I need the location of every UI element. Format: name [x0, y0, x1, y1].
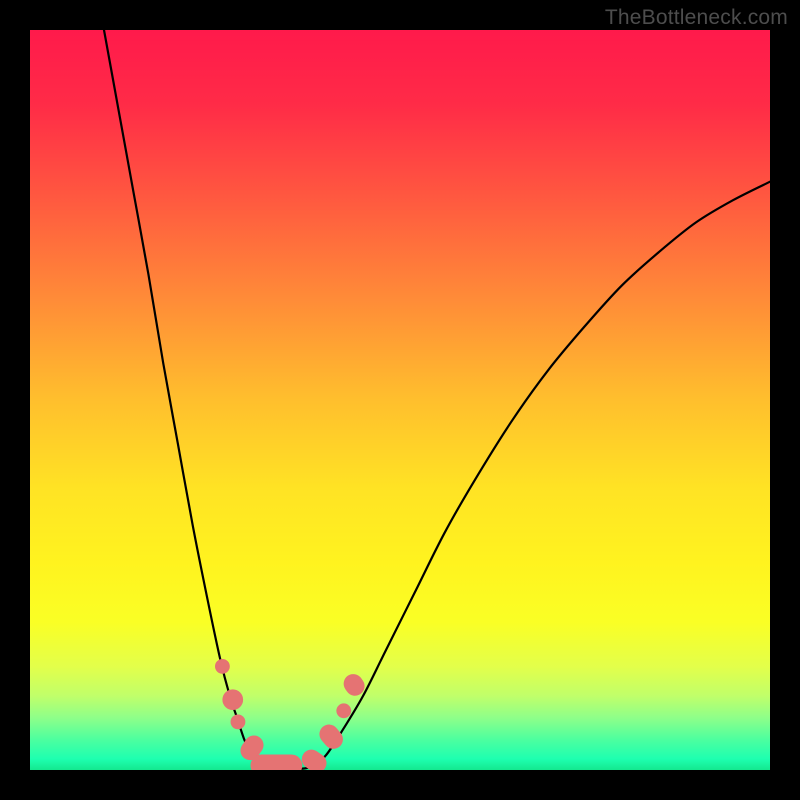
watermark-text: TheBottleneck.com: [605, 6, 788, 30]
marker-dot: [215, 659, 230, 674]
marker-dot: [231, 715, 246, 730]
outer-frame: TheBottleneck.com: [0, 0, 800, 800]
marker-dot: [336, 703, 351, 718]
gradient-background: [30, 30, 770, 770]
marker-pill: [251, 754, 303, 770]
marker-dot: [222, 689, 243, 710]
chart-svg: [30, 30, 770, 770]
plot-area: [30, 30, 770, 770]
